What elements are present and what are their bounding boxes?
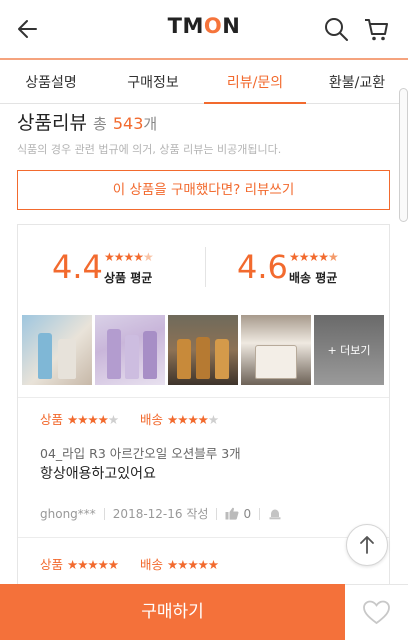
review-notice: 식품의 경우 관련 법규에 의거, 상품 리뷰는 비공개됩니다.: [17, 143, 282, 156]
divider: [18, 537, 389, 538]
scroll-to-top-button[interactable]: [346, 524, 388, 566]
detail-tabs: 상품설명 구매정보 리뷰/문의 환불/교환: [0, 58, 408, 104]
review-count: 543: [112, 114, 144, 133]
tab-refund-exchange[interactable]: 환불/교환: [306, 60, 408, 103]
review-photo-more[interactable]: + 더보기: [314, 315, 384, 385]
search-icon[interactable]: [322, 15, 350, 43]
delivery-average-stars: ★★★★★: [289, 250, 339, 264]
product-average-label: 상품 평균: [104, 271, 153, 285]
arrow-up-icon: [360, 536, 374, 554]
cart-icon[interactable]: [362, 15, 390, 43]
review-1-user: ghong***: [40, 506, 96, 521]
tab-reviews-qna[interactable]: 리뷰/문의: [204, 60, 306, 104]
review-summary-card: 4.4 ★★★★★ 상품 평균 4.6 ★★★★★ 배송 평균 + 더보기 상품…: [17, 224, 390, 589]
product-average-stars: ★★★★★: [104, 250, 154, 264]
review-1-delivery-stars: ★★★★★: [167, 412, 219, 427]
review-2-ratings: 상품 ★★★★★ 배송 ★★★★★: [40, 557, 219, 572]
review-photo-strip: + 더보기: [22, 315, 388, 385]
top-header: TMON: [0, 0, 408, 58]
review-photo-1[interactable]: [22, 315, 92, 385]
delivery-average-label: 배송 평균: [289, 271, 338, 285]
product-average-score: 4.4: [52, 248, 103, 286]
review-photo-2[interactable]: [95, 315, 165, 385]
tab-purchase-info[interactable]: 구매정보: [102, 60, 204, 103]
report-icon[interactable]: [268, 508, 282, 520]
write-review-button[interactable]: 이 상품을 구매했다면? 리뷰쓰기: [17, 170, 390, 210]
review-2-product-stars: ★★★★★: [67, 557, 119, 572]
delivery-average-score: 4.6: [237, 248, 288, 286]
review-1-meta: ghong*** 2018-12-16 작성 0: [40, 505, 282, 522]
more-photos-label: + 더보기: [327, 344, 371, 357]
heart-icon: [363, 600, 390, 625]
review-1-text: 항상애용하고있어요: [40, 466, 156, 482]
thumbs-up-icon: [225, 507, 239, 520]
like-button[interactable]: 0: [225, 507, 251, 521]
review-photo-3[interactable]: [168, 315, 238, 385]
tab-product-description[interactable]: 상품설명: [0, 60, 102, 103]
review-1-date: 2018-12-16 작성: [112, 507, 209, 521]
review-section-title: 상품리뷰 총 543개: [17, 112, 158, 134]
review-1-option: 04_라입 R3 아르간오일 오션블루 3개: [40, 446, 241, 461]
review-photo-4[interactable]: [241, 315, 311, 385]
like-count: 0: [243, 506, 252, 521]
review-1-product-stars: ★★★★★: [67, 412, 119, 427]
wishlist-button[interactable]: [345, 584, 408, 640]
buy-button[interactable]: 구매하기: [0, 584, 345, 640]
score-divider: [205, 247, 206, 287]
review-2-delivery-stars: ★★★★★: [167, 557, 219, 572]
divider: [18, 397, 389, 398]
review-1-ratings: 상품 ★★★★★ 배송 ★★★★★: [40, 412, 219, 427]
scrollbar[interactable]: [399, 88, 408, 222]
